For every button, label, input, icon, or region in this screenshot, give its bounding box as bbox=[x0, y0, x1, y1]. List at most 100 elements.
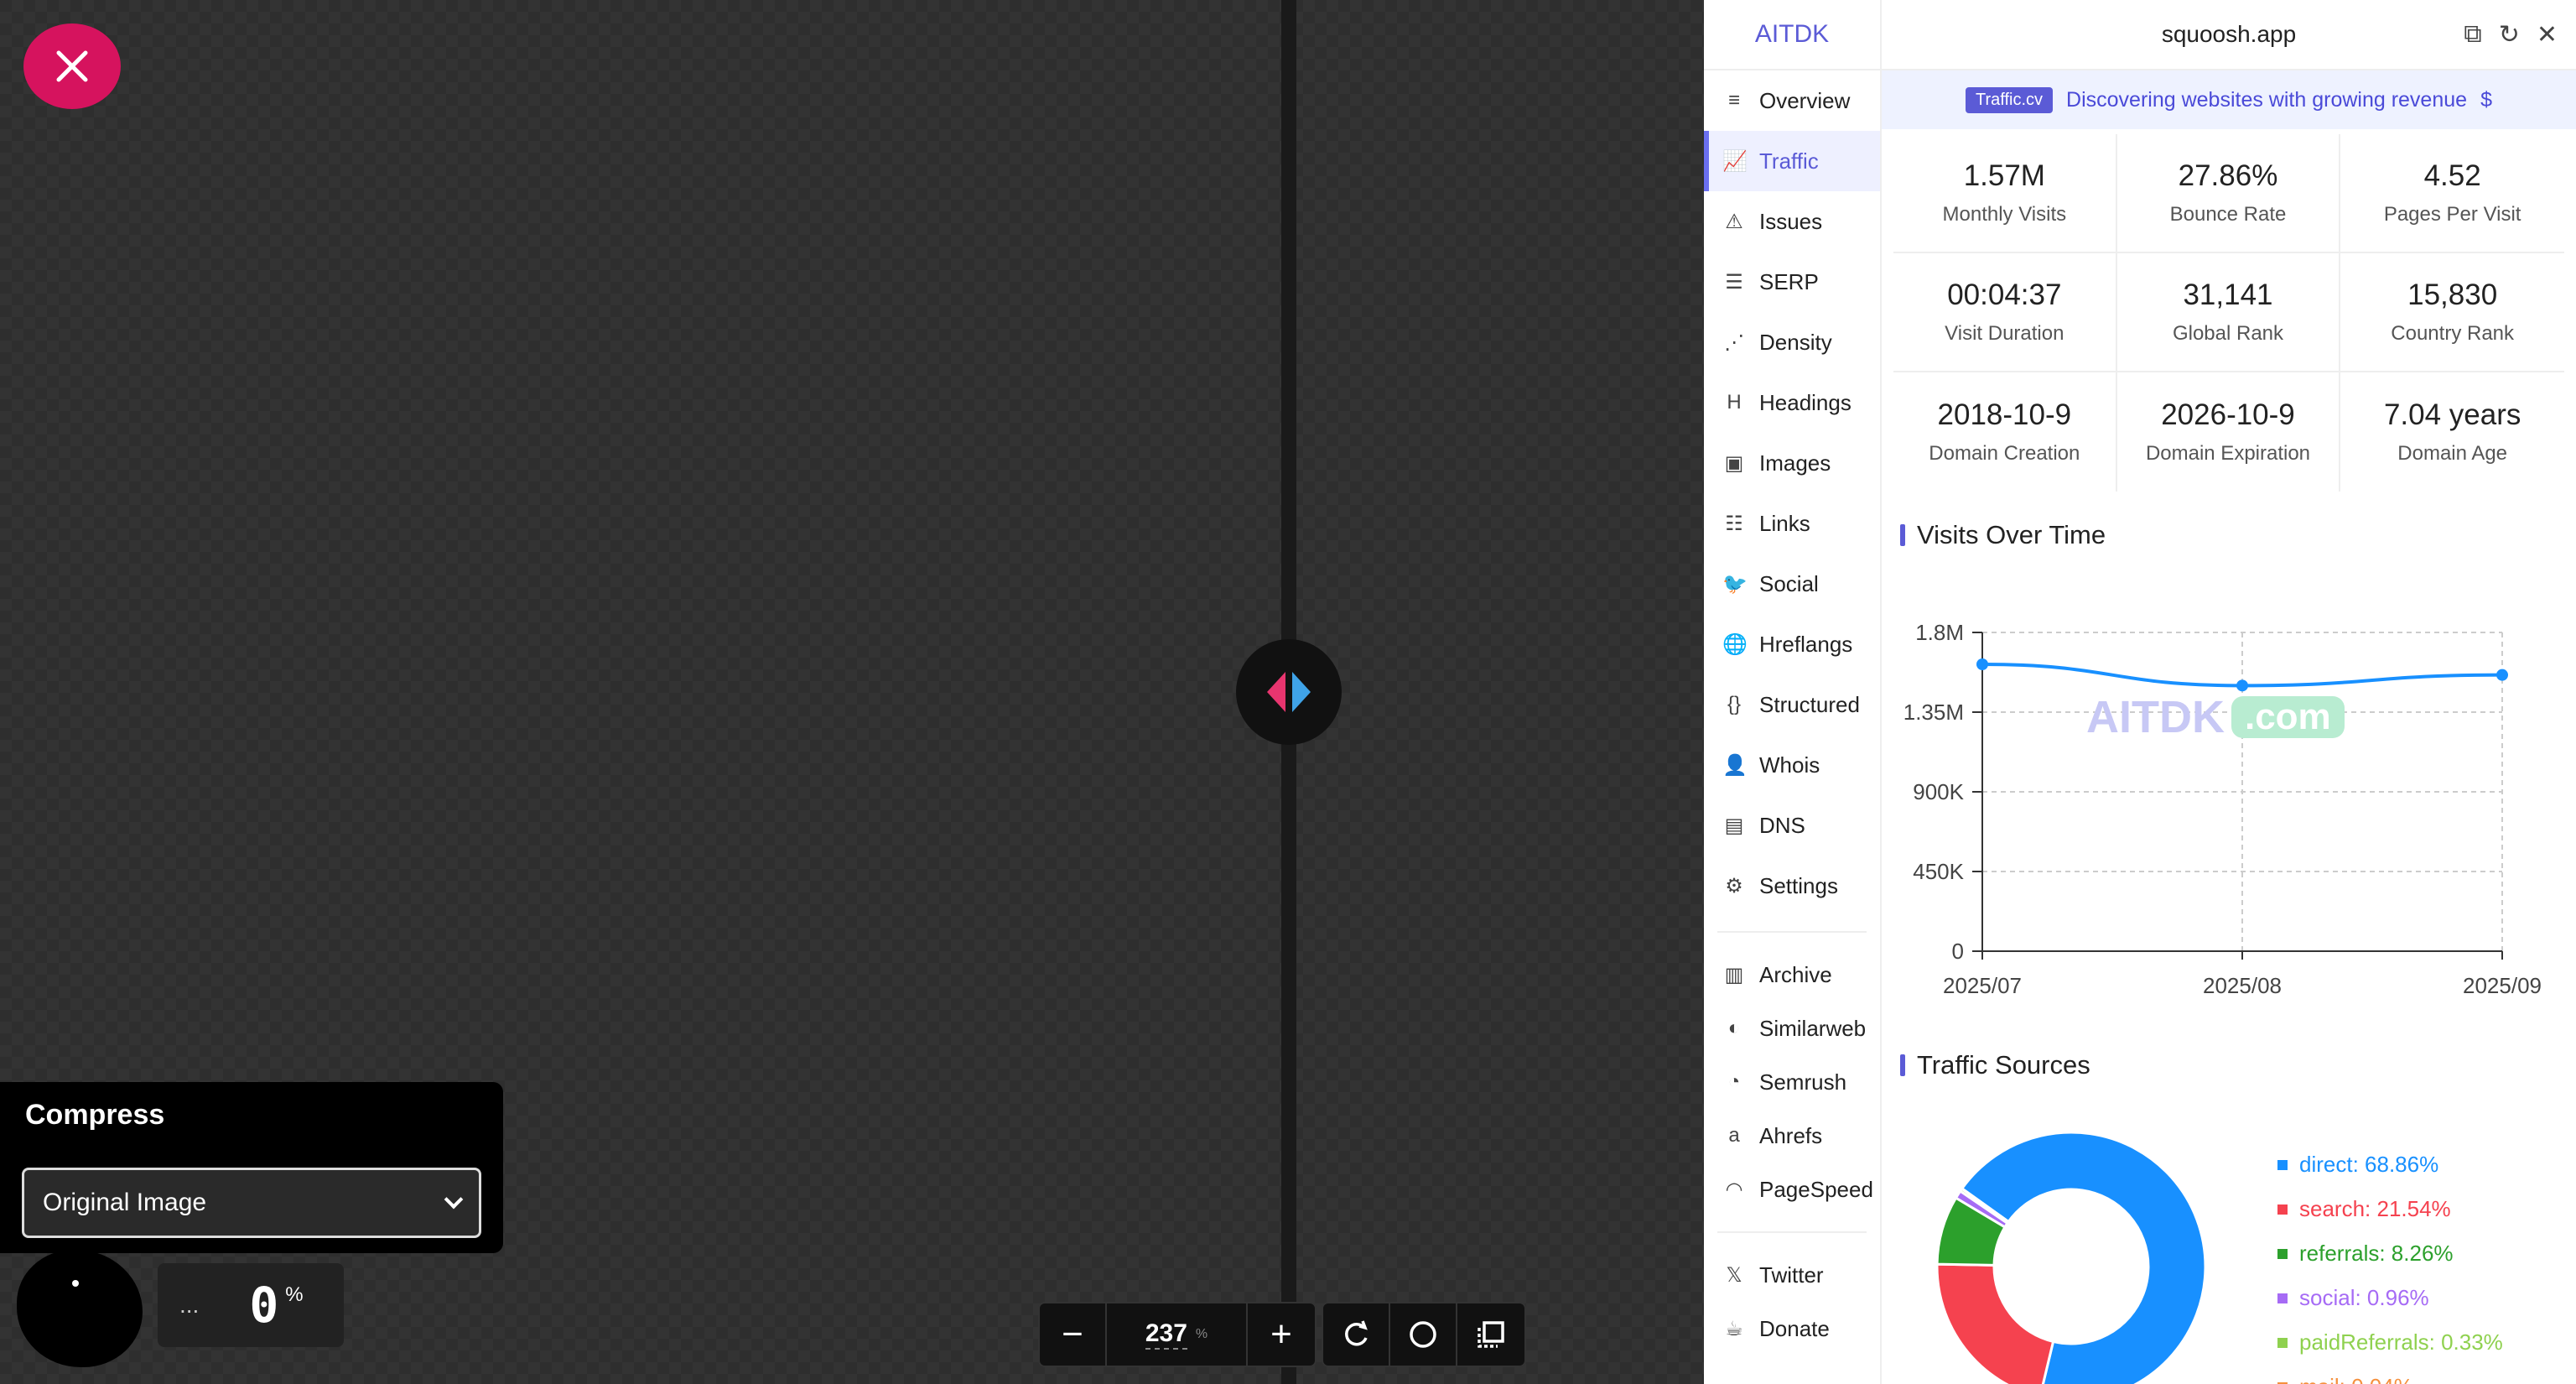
sidebar-item-links[interactable]: ☷ Links bbox=[1704, 493, 1880, 554]
legend-item[interactable]: referrals: 8.26% bbox=[2277, 1231, 2503, 1276]
promo-text: Discovering websites with growing revenu… bbox=[2066, 87, 2468, 112]
promo-banner[interactable]: Traffic.cv Discovering websites with gro… bbox=[1882, 70, 2576, 129]
legend-item[interactable]: paidReferrals: 0.33% bbox=[2277, 1320, 2503, 1365]
stat-label: Bounce Rate bbox=[2169, 203, 2287, 226]
sidebar-item-label: Structured bbox=[1759, 691, 1860, 717]
sidebar-item-label: Settings bbox=[1759, 872, 1838, 898]
settings-icon: ⚙ bbox=[1725, 874, 1743, 898]
sidebar-item-label: Headings bbox=[1759, 389, 1852, 415]
sidebar-item-overview[interactable]: ≡ Overview bbox=[1704, 70, 1880, 131]
donut-slice bbox=[1935, 1262, 2055, 1384]
data-point bbox=[1976, 658, 1988, 670]
y-tick-label: 1.8M bbox=[1915, 620, 1964, 645]
legend-item[interactable]: mail: 0.04% bbox=[2277, 1365, 2503, 1384]
stat-card: 7.04 years Domain Age bbox=[2340, 372, 2564, 492]
overview-icon: ≡ bbox=[1727, 89, 1740, 112]
sidebar-item-label: Semrush bbox=[1759, 1069, 1847, 1095]
rotate-button[interactable] bbox=[1323, 1303, 1390, 1366]
sidebar-item-pagespeed[interactable]: ◠ PageSpeed bbox=[1704, 1163, 1880, 1216]
zoom-in-button[interactable]: + bbox=[1248, 1303, 1315, 1366]
stat-value: 00:04:37 bbox=[1947, 278, 2062, 311]
size-percent: 0 bbox=[249, 1277, 279, 1334]
ahrefs-icon: a bbox=[1728, 1124, 1740, 1147]
size-percent-sign: % bbox=[285, 1283, 304, 1306]
stat-value: 27.86% bbox=[2178, 159, 2278, 192]
legend-label: paidReferrals: 0.33% bbox=[2299, 1329, 2503, 1355]
legend-swatch bbox=[2277, 1293, 2288, 1303]
x-tick-label: 2025/08 bbox=[2203, 973, 2282, 998]
visits-title: Visits Over Time bbox=[1917, 520, 2106, 549]
close-button[interactable] bbox=[23, 23, 121, 109]
sidebar-item-label: DNS bbox=[1759, 812, 1805, 838]
headings-icon: H bbox=[1727, 391, 1742, 414]
sidebar-item-label: Images bbox=[1759, 450, 1831, 476]
refresh-icon[interactable]: ↻ bbox=[2499, 20, 2520, 49]
traffic-sources-legend: direct: 68.86% search: 21.54% referrals: 8… bbox=[2277, 1142, 2503, 1384]
x-tick-label: 2025/09 bbox=[2463, 973, 2542, 998]
stat-label: Domain Expiration bbox=[2145, 442, 2311, 465]
circle-icon bbox=[1410, 1321, 1436, 1348]
images-icon: ▣ bbox=[1724, 451, 1744, 475]
visits-section-title: Visits Over Time bbox=[1900, 520, 2576, 550]
sidebar-item-similarweb[interactable]: ◐ Similarweb bbox=[1704, 1002, 1880, 1055]
extension-sidebar: AITDK ≡ Overview 📈 Traffic ⚠ Issues ☰ SERP ⋰ Dens… bbox=[1704, 0, 1882, 1384]
sidebar-item-semrush[interactable]: ◔ Semrush bbox=[1704, 1055, 1880, 1109]
donate-icon: ☕ bbox=[1725, 1317, 1743, 1340]
compare-slider-handle[interactable] bbox=[1236, 639, 1342, 745]
stat-value: 4.52 bbox=[2423, 159, 2481, 192]
legend-item[interactable]: social: 0.96% bbox=[2277, 1276, 2503, 1320]
stat-card: 27.86% Bounce Rate bbox=[2116, 134, 2341, 253]
nav-divider bbox=[1717, 931, 1867, 933]
sidebar-item-structured[interactable]: {} Structured bbox=[1704, 674, 1880, 735]
crop-icon[interactable]: ⧉ bbox=[2464, 20, 2481, 49]
sidebar-item-whois[interactable]: 👤 Whois bbox=[1704, 735, 1880, 795]
social-icon: 🐦 bbox=[1722, 572, 1748, 596]
sidebar-item-ahrefs[interactable]: a Ahrefs bbox=[1704, 1109, 1880, 1163]
section-accent bbox=[1900, 524, 1905, 546]
sidebar-item-settings[interactable]: ⚙ Settings bbox=[1704, 856, 1880, 916]
sidebar-item-issues[interactable]: ⚠ Issues bbox=[1704, 191, 1880, 252]
issues-icon: ⚠ bbox=[1725, 210, 1743, 233]
sidebar-item-density[interactable]: ⋰ Density bbox=[1704, 312, 1880, 372]
nav-divider bbox=[1717, 1231, 1867, 1233]
stat-label: Global Rank bbox=[2172, 322, 2284, 345]
sidebar-item-dns[interactable]: ▤ DNS bbox=[1704, 795, 1880, 856]
similarweb-icon: ◐ bbox=[1727, 1017, 1741, 1039]
sidebar-item-hreflangs[interactable]: 🌐 Hreflangs bbox=[1704, 614, 1880, 674]
y-tick-label: 900K bbox=[1913, 779, 1964, 804]
compress-title: Compress bbox=[25, 1099, 165, 1131]
zoom-out-button[interactable]: − bbox=[1040, 1303, 1107, 1366]
fit-view-button[interactable] bbox=[1457, 1303, 1524, 1366]
twitter-icon: 𝕏 bbox=[1726, 1263, 1742, 1287]
sidebar-item-donate[interactable]: ☕ Donate bbox=[1704, 1302, 1880, 1355]
legend-item[interactable]: direct: 68.86% bbox=[2277, 1142, 2503, 1187]
sidebar-item-traffic[interactable]: 📈 Traffic bbox=[1704, 131, 1880, 191]
sidebar-item-label: Similarweb bbox=[1759, 1015, 1867, 1041]
close-icon[interactable]: ✕ bbox=[2537, 20, 2558, 49]
sidebar-item-label: Whois bbox=[1759, 752, 1820, 778]
density-icon: ⋰ bbox=[1724, 330, 1744, 354]
sidebar-item-twitter[interactable]: 𝕏 Twitter bbox=[1704, 1248, 1880, 1302]
site-domain: squoosh.app bbox=[2161, 21, 2297, 47]
sources-section-title: Traffic Sources bbox=[1900, 1050, 2090, 1080]
extension-logo[interactable]: AITDK bbox=[1704, 0, 1880, 70]
sidebar-item-social[interactable]: 🐦 Social bbox=[1704, 554, 1880, 614]
legend-label: referrals: 8.26% bbox=[2299, 1241, 2454, 1266]
dollar-icon: $ bbox=[2480, 87, 2492, 112]
legend-item[interactable]: search: 21.54% bbox=[2277, 1187, 2503, 1231]
legend-label: mail: 0.04% bbox=[2299, 1374, 2413, 1384]
stat-label: Monthly Visits bbox=[1942, 203, 2067, 226]
compress-format-select[interactable]: Original Image bbox=[22, 1168, 481, 1238]
semrush-icon: ◔ bbox=[1727, 1070, 1741, 1093]
sidebar-item-images[interactable]: ▣ Images bbox=[1704, 433, 1880, 493]
background-toggle-button[interactable] bbox=[1390, 1303, 1457, 1366]
visits-line-chart: 0 450K 900K 1.35M 1.8M 2025/07 2025/08 2025/09 bbox=[1903, 620, 2542, 998]
zoom-input[interactable]: 237 % bbox=[1107, 1303, 1248, 1366]
sources-title: Traffic Sources bbox=[1917, 1050, 2090, 1080]
sidebar-item-serp[interactable]: ☰ SERP bbox=[1704, 252, 1880, 312]
sidebar-item-headings[interactable]: H Headings bbox=[1704, 372, 1880, 433]
dns-icon: ▤ bbox=[1724, 814, 1744, 837]
sidebar-item-archive[interactable]: ▥ Archive bbox=[1704, 948, 1880, 1002]
header-actions: ⧉ ↻ ✕ bbox=[2464, 20, 2558, 49]
sidebar-item-label: Social bbox=[1759, 570, 1819, 596]
